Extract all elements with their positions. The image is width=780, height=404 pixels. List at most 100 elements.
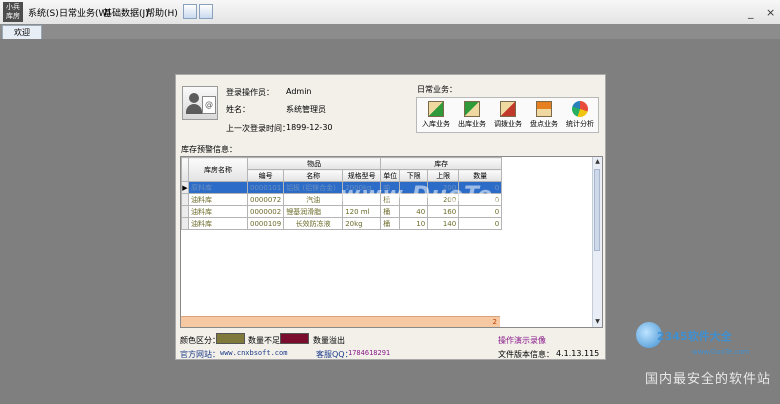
group-goods: 物品 [246, 157, 382, 170]
col-lower[interactable]: 下限 [399, 169, 429, 182]
row-indicator [181, 193, 189, 206]
group-stock: 库存 [380, 157, 503, 170]
cell-spec[interactable]: 120 ml [342, 205, 382, 218]
menu-help[interactable]: 帮助(H) [146, 6, 178, 19]
row-indicator: ▶ [181, 181, 189, 194]
demo-video-link[interactable]: 操作演示录像 [498, 335, 546, 346]
cell-name[interactable]: 长效防冻液 [283, 217, 344, 230]
cell-spec[interactable] [342, 193, 382, 206]
table-row[interactable]: ▶ 原料库 0000101 铝板 (铝镁合金) 2000kg 吨 200 0 [181, 181, 503, 194]
outbound-button[interactable]: 出库业务 [454, 98, 490, 132]
tab-bar: 欢迎 [0, 24, 780, 39]
daily-business-title: 日常业务： [417, 85, 457, 94]
cell-upper[interactable]: 200 [427, 181, 460, 194]
scroll-thumb[interactable] [594, 169, 600, 251]
table-row[interactable]: 油料库 0000109 长效防冻液 20kg 桶 10 140 0 [181, 217, 503, 230]
col-name[interactable]: 名称 [283, 169, 344, 182]
cell-spec[interactable]: 2000kg [342, 181, 382, 194]
scroll-up-icon[interactable]: ▲ [593, 157, 602, 167]
cell-name[interactable]: 铝板 (铝镁合金) [283, 181, 344, 194]
inventory-check-icon [536, 101, 552, 117]
operator-value: Admin [286, 87, 312, 96]
cell-upper[interactable]: 140 [427, 217, 460, 230]
cell-unit[interactable]: 桶 [380, 205, 401, 218]
inventory-check-button[interactable]: 盘点业务 [526, 98, 562, 132]
row-indicator [181, 217, 189, 230]
outbound-icon [464, 101, 480, 117]
col-code[interactable]: 编号 [246, 169, 285, 182]
cell-lower[interactable] [399, 193, 429, 206]
vertical-scrollbar[interactable]: ▲ ▼ [592, 157, 602, 327]
cell-qty[interactable]: 0 [458, 217, 503, 230]
version-label: 文件版本信息： [498, 350, 554, 359]
cell-warehouse[interactable]: 油料库 [188, 217, 248, 230]
minimize-button[interactable]: _ [748, 6, 754, 19]
scroll-down-icon[interactable]: ▼ [593, 317, 602, 327]
menu-basic-data[interactable]: 基础数据(J) [103, 6, 149, 19]
last-login-value: 1899-12-30 [286, 123, 333, 132]
cell-lower[interactable] [399, 181, 429, 194]
watermark-bottom: 国内最安全的软件站 [645, 372, 772, 387]
app-logo: 小兵 库房 [3, 2, 23, 22]
col-upper[interactable]: 上限 [427, 169, 460, 182]
qq-value[interactable]: 1784618291 [348, 349, 390, 357]
col-warehouse[interactable]: 库房名称 [188, 157, 248, 182]
watermark-brand: 2345软件大全 [657, 330, 732, 343]
cell-spec[interactable]: 20kg [342, 217, 382, 230]
indicator-header [181, 157, 189, 182]
name-label: 姓名： [226, 105, 250, 114]
cell-qty[interactable]: 0 [458, 193, 503, 206]
stock-alert-grid[interactable]: 库房名称 物品 库存 编号 名称 规格型号 单位 下限 上限 数量 ▶ 原料库 … [180, 156, 603, 328]
cell-qty[interactable]: 0 [458, 181, 503, 194]
cell-upper[interactable]: 200 [427, 193, 460, 206]
cell-warehouse[interactable]: 油料库 [188, 193, 248, 206]
cell-name[interactable]: 汽油 [283, 193, 344, 206]
inbound-button[interactable]: 入库业务 [418, 98, 454, 132]
cell-code[interactable]: 0000072 [246, 193, 285, 206]
cell-qty[interactable]: 0 [458, 205, 503, 218]
document-icon[interactable] [183, 4, 197, 19]
toolbar-icon[interactable] [199, 4, 213, 19]
cell-unit[interactable]: 桶 [380, 193, 401, 206]
close-button[interactable]: × [766, 6, 775, 19]
col-spec[interactable]: 规格型号 [342, 169, 382, 182]
transfer-button[interactable]: 调拨业务 [490, 98, 526, 132]
row-indicator [181, 205, 189, 218]
watermark-site: www.DuoTe.com [692, 348, 750, 356]
pie-chart-icon [572, 101, 588, 117]
legend-label-overflow: 数量溢出 [313, 336, 345, 345]
cell-warehouse[interactable]: 油料库 [188, 205, 248, 218]
cell-lower[interactable]: 10 [399, 217, 429, 230]
operator-label: 登录操作员： [226, 88, 274, 97]
cell-name[interactable]: 锂基润滑脂 [283, 205, 344, 218]
table-row[interactable]: 油料库 0000002 锂基润滑脂 120 ml 桶 40 160 0 [181, 205, 503, 218]
name-value: 系统管理员 [286, 105, 326, 114]
cell-unit[interactable]: 桶 [380, 217, 401, 230]
inbound-icon [428, 101, 444, 117]
cell-upper[interactable]: 160 [427, 205, 460, 218]
summary-total: 2 [492, 318, 497, 326]
cell-code[interactable]: 0000101 [246, 181, 285, 194]
summary-row: 2 [181, 316, 500, 327]
legend-swatch-insufficient [216, 333, 245, 344]
cell-unit[interactable]: 吨 [380, 181, 401, 194]
daily-business-toolbar: 入库业务 出库业务 调拨业务 盘点业务 统计分析 [416, 97, 599, 133]
tab-welcome[interactable]: 欢迎 [2, 25, 42, 39]
website-label: 官方网站： [180, 350, 220, 359]
menu-bar: 小兵 库房 系统(S) 日常业务(W) 基础数据(J) 帮助(H) _ × [0, 0, 780, 25]
cell-code[interactable]: 0000109 [246, 217, 285, 230]
version-value: 4.1.13.115 [556, 349, 600, 358]
cell-code[interactable]: 0000002 [246, 205, 285, 218]
table-row[interactable]: 油料库 0000072 汽油 桶 200 0 [181, 193, 503, 206]
menu-system[interactable]: 系统(S) [28, 6, 59, 19]
legend-title: 颜色区分： [180, 336, 220, 345]
cell-warehouse[interactable]: 原料库 [188, 181, 248, 194]
statistics-button[interactable]: 统计分析 [562, 98, 598, 132]
website-link[interactable]: www.cnxbsoft.com [220, 349, 287, 357]
cell-lower[interactable]: 40 [399, 205, 429, 218]
last-login-label: 上一次登录时间： [226, 124, 290, 133]
welcome-panel: @ 登录操作员： Admin 姓名： 系统管理员 上一次登录时间： 1899-1… [175, 74, 606, 360]
col-qty[interactable]: 数量 [458, 169, 503, 182]
col-unit[interactable]: 单位 [380, 169, 401, 182]
legend-label-insufficient: 数量不足 [248, 336, 280, 345]
